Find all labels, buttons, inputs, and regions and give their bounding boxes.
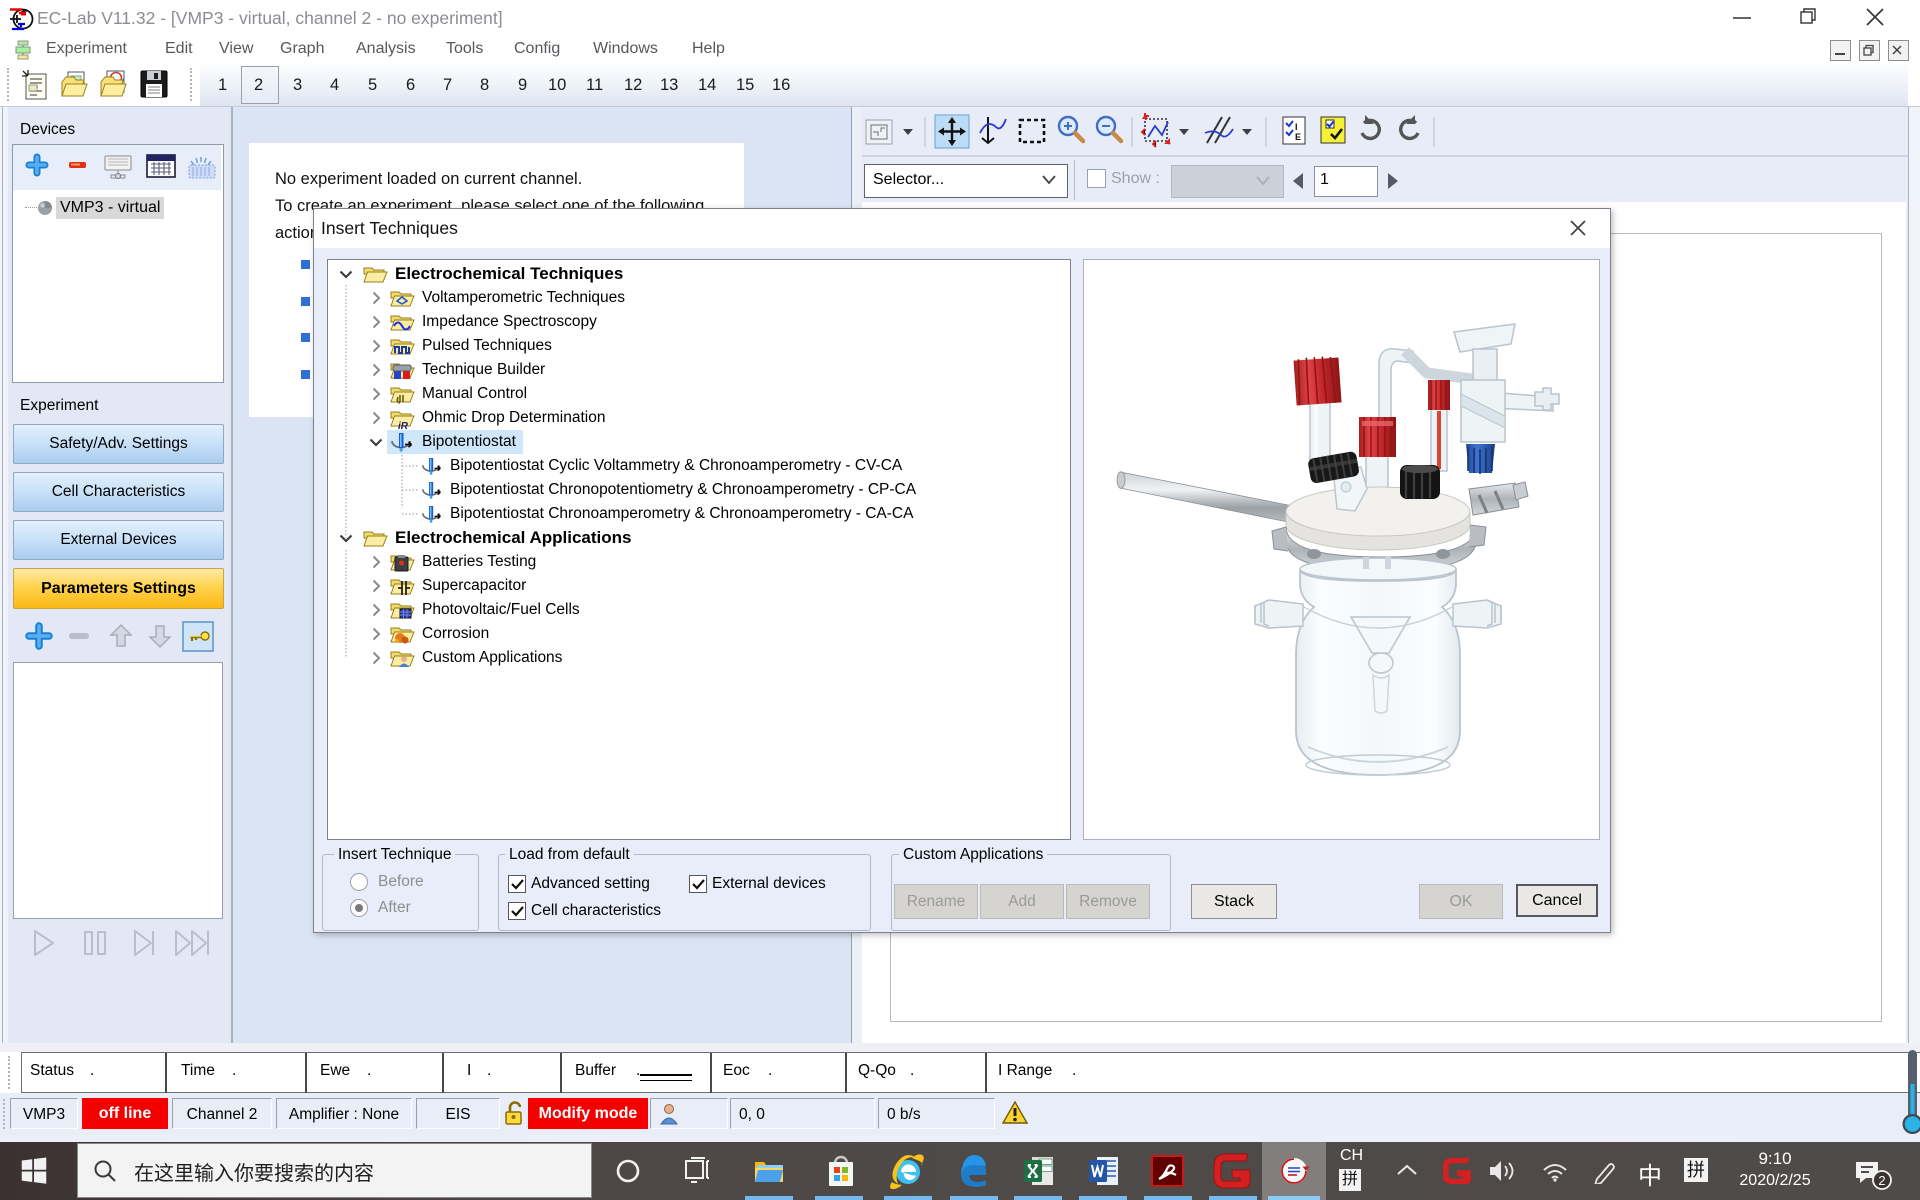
svg-text:I: I [1295, 122, 1298, 132]
svg-text:2: 2 [1878, 1173, 1885, 1188]
svg-text:E: E [1295, 132, 1301, 142]
